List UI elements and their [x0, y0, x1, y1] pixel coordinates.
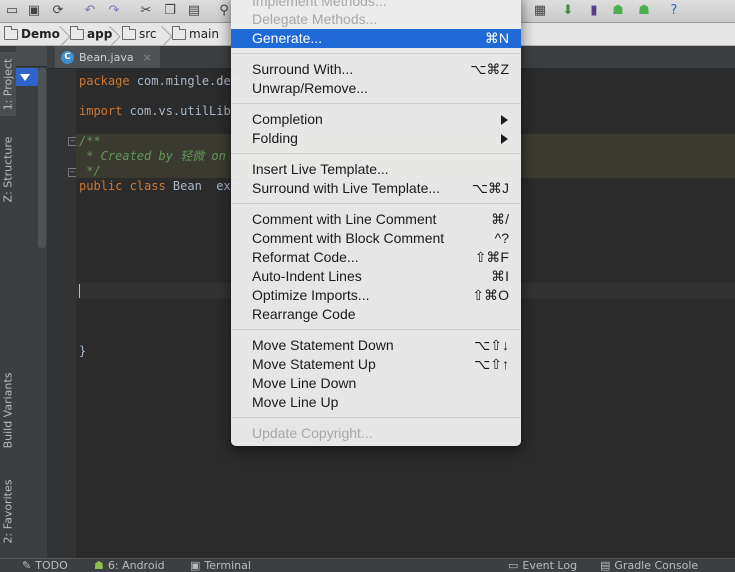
- tab-structure[interactable]: Z: Structure: [0, 126, 16, 212]
- menu-separator: [231, 329, 521, 330]
- menu-item-generate[interactable]: Generate... ⌘N: [231, 29, 521, 48]
- menu-item-move-line-up[interactable]: Move Line Up: [231, 393, 521, 412]
- menu-separator: [231, 417, 521, 418]
- menu-item-surround-with-live-template[interactable]: Surround with Live Template... ⌥⌘J: [231, 179, 521, 198]
- menu-item-move-statement-down[interactable]: Move Statement Down ⌥⇧↓: [231, 336, 521, 355]
- menu-separator: [231, 153, 521, 154]
- tab-bean-java[interactable]: C Bean.java ×: [55, 46, 160, 68]
- breadcrumb-item-src[interactable]: src: [122, 23, 157, 45]
- event-log-icon: ▭: [508, 559, 519, 572]
- help-icon[interactable]: ?: [666, 2, 682, 18]
- menu-item-unwrap-remove[interactable]: Unwrap/Remove...: [231, 79, 521, 98]
- todo-icon: ✎: [22, 559, 32, 572]
- code-line-class-decl: public class Bean ext: [79, 179, 238, 193]
- paste-icon[interactable]: ▤: [186, 2, 202, 18]
- tab-build-variants[interactable]: Build Variants: [0, 362, 16, 458]
- menu-item-comment-line[interactable]: Comment with Line Comment ⌘/: [231, 210, 521, 229]
- menu-item-optimize-imports[interactable]: Optimize Imports... ⇧⌘O: [231, 286, 521, 305]
- expand-arrow-icon: [20, 74, 30, 81]
- project-panel: [16, 46, 47, 558]
- code-line-doc-open: /**: [79, 134, 101, 148]
- project-panel-header: [16, 46, 47, 67]
- folder-icon: [4, 25, 18, 40]
- menu-item-folding[interactable]: Folding: [231, 129, 521, 148]
- cut-icon[interactable]: ✂: [138, 2, 154, 18]
- menu-item-update-copyright[interactable]: Update Copyright...: [231, 424, 521, 443]
- breadcrumb-separator: [110, 23, 118, 45]
- code-context-menu: Implement Methods... Delegate Methods...…: [231, 0, 521, 446]
- menu-item-insert-live-template[interactable]: Insert Live Template...: [231, 160, 521, 179]
- sync-icon[interactable]: ⟳: [50, 2, 66, 18]
- code-line-package: package com.mingle.dem: [79, 74, 238, 88]
- menu-item-reformat-code[interactable]: Reformat Code... ⇧⌘F: [231, 248, 521, 267]
- folder-icon: [172, 25, 186, 40]
- save-icon[interactable]: ▣: [26, 2, 42, 18]
- gradle-console-tool-button[interactable]: ▤ Gradle Console: [600, 559, 698, 572]
- tab-favorites[interactable]: 2: Favorites: [0, 474, 16, 548]
- text-caret: [79, 284, 80, 298]
- menu-item-auto-indent[interactable]: Auto-Indent Lines ⌘I: [231, 267, 521, 286]
- menu-item-move-line-down[interactable]: Move Line Down: [231, 374, 521, 393]
- project-tree-selected-row[interactable]: [16, 68, 38, 86]
- menu-item-move-statement-up[interactable]: Move Statement Up ⌥⇧↑: [231, 355, 521, 374]
- menu-item-rearrange-code[interactable]: Rearrange Code: [231, 305, 521, 324]
- event-log-tool-button[interactable]: ▭ Event Log: [508, 559, 577, 572]
- code-line-import: import com.vs.utilLibr: [79, 104, 238, 118]
- code-line-doc-close: */: [79, 164, 101, 178]
- folder-icon: [70, 25, 84, 40]
- left-tool-strip: 1: Project Z: Structure Build Variants 2…: [0, 46, 17, 558]
- close-tab-icon[interactable]: ×: [143, 51, 152, 64]
- open-icon[interactable]: ▭: [4, 2, 20, 18]
- sdk-manager-icon[interactable]: ⬇: [560, 2, 576, 18]
- copy-icon[interactable]: ❐: [162, 2, 178, 18]
- breadcrumb-item-main[interactable]: main: [172, 23, 219, 45]
- find-icon[interactable]: ⚲: [216, 2, 232, 18]
- class-icon: C: [61, 50, 74, 64]
- terminal-tool-button[interactable]: ▣ Terminal: [190, 559, 251, 572]
- menu-separator: [231, 103, 521, 104]
- menu-separator: [231, 53, 521, 54]
- android-tool-button[interactable]: ☗ 6: Android: [94, 559, 165, 572]
- todo-tool-button[interactable]: ✎ TODO: [22, 559, 68, 572]
- redo-icon[interactable]: ↷: [106, 2, 122, 18]
- terminal-icon: ▣: [190, 559, 201, 572]
- breadcrumb-separator: [60, 23, 68, 45]
- breadcrumb-separator: [162, 23, 170, 45]
- android-icon[interactable]: ☗: [610, 2, 626, 18]
- menu-item-completion[interactable]: Completion: [231, 110, 521, 129]
- device-monitor-icon[interactable]: ▮: [586, 2, 602, 18]
- status-bar: ✎ TODO ☗ 6: Android ▣ Terminal ▭ Event Log ▤…: [0, 558, 735, 572]
- undo-icon[interactable]: ↶: [82, 2, 98, 18]
- editor-gutter: − −: [47, 69, 77, 558]
- menu-item-delegate-methods[interactable]: Delegate Methods...: [231, 10, 521, 29]
- code-line-closing-brace: }: [79, 344, 87, 358]
- menu-item-comment-block[interactable]: Comment with Block Comment ^?: [231, 229, 521, 248]
- folder-icon: [122, 25, 136, 40]
- submenu-arrow-icon: [501, 134, 508, 144]
- tab-project[interactable]: 1: Project: [0, 52, 16, 116]
- menu-item-surround-with[interactable]: Surround With... ⌥⌘Z: [231, 60, 521, 79]
- submenu-arrow-icon: [501, 115, 508, 125]
- code-line-doc-body: * Created by 轻微 on: [79, 149, 226, 163]
- structure-icon[interactable]: ▦: [532, 2, 548, 18]
- android-avd-icon[interactable]: ☗: [636, 2, 652, 18]
- android-icon: ☗: [94, 559, 104, 572]
- project-scrollbar[interactable]: [38, 68, 46, 248]
- gradle-console-icon: ▤: [600, 559, 611, 572]
- menu-separator: [231, 203, 521, 204]
